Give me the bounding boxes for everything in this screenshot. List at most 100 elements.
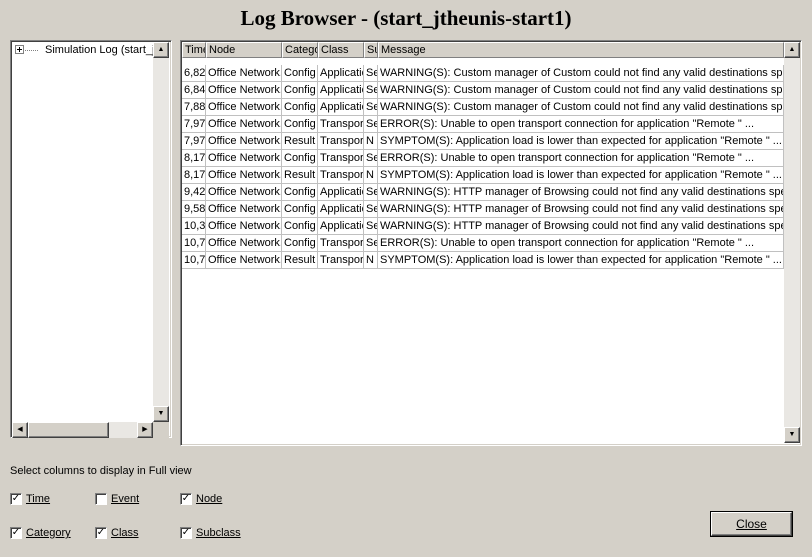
table-cell: Application (318, 99, 364, 116)
column-header[interactable]: Subclass (364, 42, 378, 58)
scroll-up-arrow-icon[interactable]: ▲ (784, 42, 800, 58)
table-cell: N (364, 167, 378, 184)
scroll-up-arrow-icon[interactable]: ▲ (153, 42, 169, 58)
table-row[interactable]: 7,88Office Network.ConfigApplicationSeWA… (182, 99, 784, 116)
column-header[interactable]: Node (206, 42, 282, 58)
table-row[interactable]: 10,3Office Network.ConfigApplicationSeWA… (182, 218, 784, 235)
log-message-grid[interactable]: TimeNodeCategoryClassSubclassMessage 6,8… (180, 40, 802, 446)
table-cell: 7,88 (182, 99, 206, 116)
checkbox-node-box[interactable]: ✓ (180, 493, 192, 505)
checkbox-category-box[interactable]: ✓ (10, 527, 22, 539)
table-cell: WARNING(S): HTTP manager of Browsing cou… (378, 201, 784, 218)
table-cell: Office Network. (206, 184, 282, 201)
scroll-right-arrow-icon[interactable]: ▶ (137, 422, 153, 438)
table-row[interactable]: 8,17 Office Network. Result Transport N SYMPT… (182, 167, 784, 184)
table-cell: 8,17 (182, 167, 206, 184)
table-cell: Office Network. (206, 133, 282, 150)
table-cell: Config (282, 65, 318, 82)
table-cell: 10,7 (182, 235, 206, 252)
table-cell: Result (282, 252, 318, 269)
table-cell: Config (282, 201, 318, 218)
checkbox-event-label: Event (111, 493, 140, 505)
table-cell: Application (318, 65, 364, 82)
table-row[interactable]: 10,7Office Network.ConfigTransportSeERRO… (182, 235, 784, 252)
grid-vertical-scrollbar[interactable]: ▲ ▼ (784, 42, 800, 443)
table-cell: WARNING(S): HTTP manager of Browsing cou… (378, 218, 784, 235)
table-row[interactable]: 9,58Office Network.ConfigApplicationSeWA… (182, 201, 784, 218)
table-cell: Application (318, 218, 364, 235)
table-cell: 6,82 (182, 65, 206, 82)
column-header[interactable]: Category (282, 42, 318, 58)
table-row[interactable]: 8,17Office Network.ConfigTransportSeERRO… (182, 150, 784, 167)
table-cell: WARNING(S): Custom manager of Custom cou… (378, 65, 784, 82)
table-cell: Transport (318, 235, 364, 252)
checkbox-category-label: Category (26, 527, 71, 539)
checkbox-subclass-box[interactable]: ✓ (180, 527, 192, 539)
table-cell: Transport (318, 252, 364, 269)
table-row[interactable]: 7,97 Office Network. Result Transport N SYMPT… (182, 133, 784, 150)
table-cell: SYMPTOM(S): Application load is lower th… (378, 252, 784, 269)
table-cell: Transport (318, 167, 364, 184)
table-cell: Office Network. (206, 116, 282, 133)
table-cell: WARNING(S): HTTP manager of Browsing cou… (378, 184, 784, 201)
table-cell: Office Network. (206, 65, 282, 82)
table-cell: Office Network. (206, 150, 282, 167)
table-row[interactable]: 6,84Office Network.ConfigApplicationSeWA… (182, 82, 784, 99)
table-cell: Se (364, 218, 378, 235)
column-header[interactable]: Message (378, 42, 784, 58)
scroll-down-arrow-icon[interactable]: ▼ (784, 427, 800, 443)
table-row[interactable]: 10,7 Office Network. Result Transport N SYMPT… (182, 252, 784, 269)
table-row[interactable]: 9,42Office Network.ConfigApplicationSeWA… (182, 184, 784, 201)
tree-hscroll-thumb[interactable] (28, 422, 109, 438)
table-cell: Se (364, 82, 378, 99)
table-cell: Config (282, 99, 318, 116)
table-cell: WARNING(S): Custom manager of Custom cou… (378, 99, 784, 116)
tree-connector-line (25, 50, 39, 51)
checkbox-class-box[interactable]: ✓ (95, 527, 107, 539)
table-cell: 6,84 (182, 82, 206, 99)
table-cell: 10,3 (182, 218, 206, 235)
window-title: Log Browser - (start_jtheunis-start1) (240, 6, 572, 30)
tree-horizontal-scrollbar[interactable]: ◀ ▶ (12, 422, 153, 438)
table-cell: ERROR(S): Unable to open transport conne… (378, 235, 784, 252)
table-cell: ERROR(S): Unable to open transport conne… (378, 116, 784, 133)
table-cell: SYMPTOM(S): Application load is lower th… (378, 167, 784, 184)
table-cell: Office Network. (206, 82, 282, 99)
expand-plus-icon[interactable] (15, 45, 24, 54)
table-cell: Config (282, 150, 318, 167)
table-row[interactable]: 7,97Office Network.ConfigTransportSeERRO… (182, 116, 784, 133)
scroll-corner (153, 422, 169, 438)
table-cell: Office Network. (206, 235, 282, 252)
column-header[interactable]: Class (318, 42, 364, 58)
close-button[interactable]: Close (711, 512, 792, 536)
table-cell: 8,17 (182, 150, 206, 167)
table-cell: Transport (318, 133, 364, 150)
table-cell: Office Network. (206, 252, 282, 269)
table-cell: Application (318, 82, 364, 99)
checkbox-time-box[interactable]: ✓ (10, 493, 22, 505)
table-cell: N (364, 133, 378, 150)
table-cell: Office Network. (206, 218, 282, 235)
scroll-down-arrow-icon[interactable]: ▼ (153, 406, 169, 422)
table-cell: 10,7 (182, 252, 206, 269)
table-cell: Se (364, 65, 378, 82)
table-cell: Transport (318, 116, 364, 133)
column-header[interactable]: Time (182, 42, 206, 58)
table-cell: Config (282, 116, 318, 133)
table-row[interactable]: 6,82Office Network.ConfigApplicationSeWA… (182, 65, 784, 82)
table-cell: Se (364, 99, 378, 116)
table-cell: Se (364, 201, 378, 218)
checkbox-event-box[interactable] (95, 493, 107, 505)
table-cell: Se (364, 235, 378, 252)
table-cell: Office Network. (206, 99, 282, 116)
table-cell: Config (282, 235, 318, 252)
tree-item-label: Simulation Log (start_jtheunis-start1) (45, 44, 157, 56)
table-cell: Config (282, 184, 318, 201)
table-cell: Application (318, 184, 364, 201)
tree-vertical-scrollbar[interactable]: ▲ ▼ (153, 42, 169, 422)
scroll-left-arrow-icon[interactable]: ◀ (12, 422, 28, 438)
log-tree-panel[interactable]: Simulation Log (start_jtheunis-start1) ▲… (10, 40, 172, 438)
table-cell: Se (364, 116, 378, 133)
table-cell: Office Network. (206, 167, 282, 184)
table-cell: Result (282, 133, 318, 150)
